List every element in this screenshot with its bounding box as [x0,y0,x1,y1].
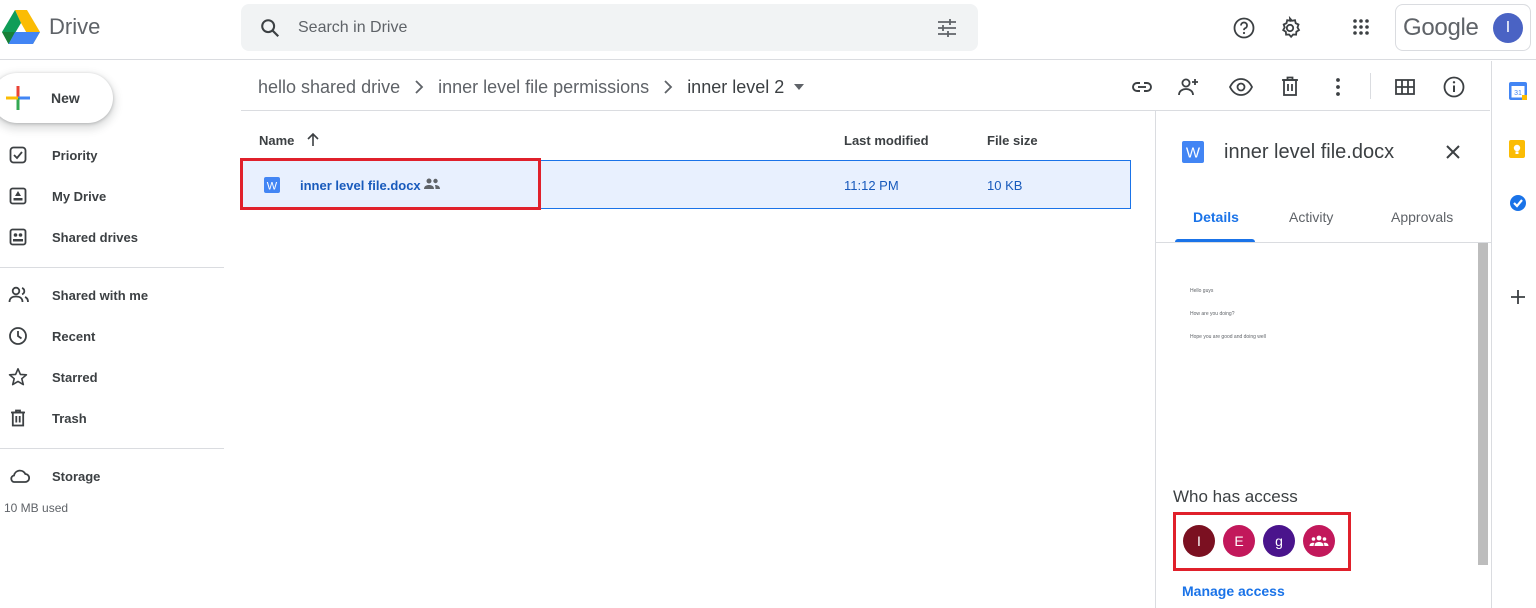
priority-icon [9,146,27,164]
svg-text:W: W [1186,145,1201,162]
word-doc-icon: W [1182,141,1204,163]
scrollbar[interactable] [1478,243,1488,565]
preview-line: How are you doing? [1190,311,1235,317]
link-icon[interactable] [1130,75,1154,99]
eye-icon[interactable] [1228,75,1254,99]
app-title[interactable]: Drive [49,14,100,40]
preview-line: Hello guys [1190,288,1214,294]
account-switcher[interactable]: Google I [1395,4,1531,51]
highlight-box-access [1173,512,1351,571]
apps-grid-icon[interactable] [1351,17,1371,37]
sidebar-divider [0,267,224,268]
sidebar-item-my-drive[interactable]: My Drive [0,178,224,214]
sidebar-item-trash[interactable]: Trash [0,400,224,436]
trash-icon[interactable] [1279,75,1301,99]
column-header-last-modified[interactable]: Last modified [844,133,929,148]
account-avatar[interactable]: I [1493,13,1523,43]
tab-activity[interactable]: Activity [1289,209,1333,225]
preview-line: Hope you are good and doing well [1190,334,1266,340]
tasks-icon[interactable] [1508,193,1528,213]
help-icon[interactable] [1232,16,1256,40]
more-vert-icon[interactable] [1328,75,1348,99]
tab-approvals[interactable]: Approvals [1391,209,1453,225]
sort-arrow-up-icon[interactable] [306,132,320,148]
side-apps-rail: 31 [1491,61,1536,608]
trash-icon [11,409,25,427]
file-size: 10 KB [987,178,1023,193]
caret-down-icon[interactable] [794,84,805,90]
breadcrumb-item[interactable]: hello shared drive [258,77,400,98]
sidebar-item-label: Storage [52,469,101,484]
chevron-right-icon [414,80,424,94]
tab-details[interactable]: Details [1193,209,1239,225]
storage-used-text: 10 MB used [4,501,69,515]
sidebar-item-label: Recent [52,329,96,344]
sidebar-item-label: Priority [52,148,98,163]
sidebar-item-storage[interactable]: Storage [0,458,224,494]
sidebar-item-recent[interactable]: Recent [0,318,224,354]
search-input[interactable] [298,4,898,51]
sidebar-item-shared-drives[interactable]: Shared drives [0,219,224,255]
who-has-access-heading: Who has access [1173,487,1298,506]
shared-drives-icon [9,228,27,246]
people-icon [8,286,29,303]
sidebar-divider [0,448,224,449]
cloud-icon [10,469,30,483]
breadcrumb: hello shared drive inner level file perm… [258,74,805,100]
google-wordmark: Google [1403,14,1479,41]
file-preview[interactable]: Hello guys How are you doing? Hope you a… [1173,243,1478,483]
chevron-right-icon [663,80,673,94]
keep-icon[interactable] [1508,139,1526,159]
top-bar: Drive Google I [0,0,1536,60]
clock-icon [9,327,27,345]
star-icon [8,367,28,386]
add-icon[interactable] [1508,287,1528,307]
sidebar-item-starred[interactable]: Starred [0,359,224,395]
info-icon[interactable] [1442,75,1466,99]
svg-text:31: 31 [1514,90,1522,97]
breadcrumb-item[interactable]: inner level file permissions [438,77,649,98]
grid-view-icon[interactable] [1393,75,1417,99]
my-drive-icon [9,187,27,205]
sidebar-item-label: My Drive [52,189,107,204]
column-header-name[interactable]: Name [259,133,294,148]
calendar-icon[interactable]: 31 [1508,81,1528,101]
add-person-icon[interactable] [1176,75,1202,99]
sidebar-item-label: Starred [52,370,98,385]
sidebar-item-priority[interactable]: Priority [0,137,224,173]
manage-access-link[interactable]: Manage access [1182,583,1285,599]
new-button-label: New [51,90,80,106]
column-header-file-size[interactable]: File size [987,133,1038,148]
search-options-icon[interactable] [936,18,958,38]
details-panel: W inner level file.docx Details Activity… [1155,111,1491,608]
sidebar-item-label: Shared with me [52,288,149,303]
breadcrumb-current[interactable]: inner level 2 [687,77,784,98]
highlight-box-file [240,158,541,210]
search-icon[interactable] [259,17,281,39]
details-file-title: inner level file.docx [1224,141,1395,163]
sidebar-item-shared-with-me[interactable]: Shared with me [0,277,224,313]
search-bar[interactable] [241,4,978,51]
file-last-modified: 11:12 PM [844,178,899,193]
plus-colored-icon [6,86,30,110]
close-icon[interactable] [1443,142,1463,162]
drive-logo-icon[interactable] [2,10,40,44]
sidebar-item-label: Trash [52,411,87,426]
settings-gear-icon[interactable] [1278,16,1302,40]
sidebar-item-label: Shared drives [52,230,138,245]
toolbar-divider [1370,73,1371,99]
new-button[interactable]: New [0,73,113,123]
